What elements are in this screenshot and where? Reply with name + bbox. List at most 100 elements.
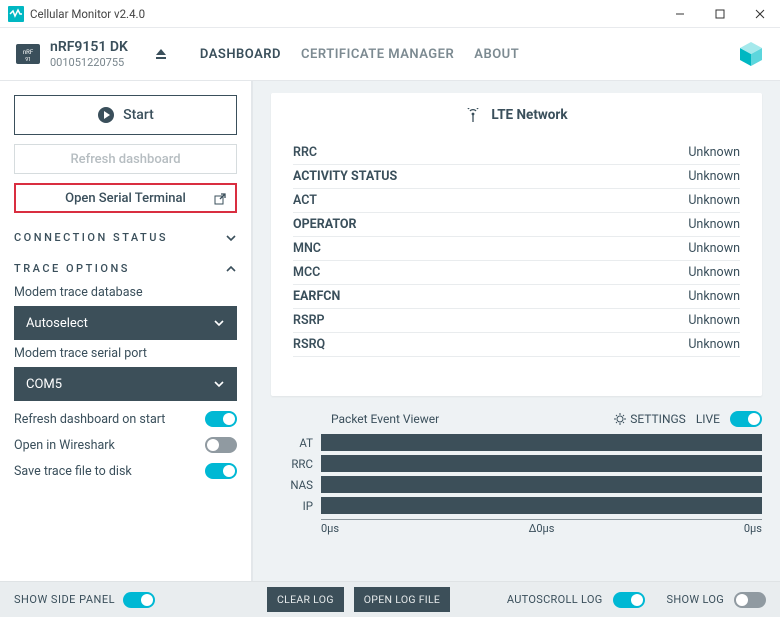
track-bar[interactable] (321, 434, 762, 451)
lte-row: EARFCNUnknown (293, 285, 740, 309)
trace-db-label: Modem trace database (14, 285, 237, 300)
track-label: NAS (271, 478, 313, 492)
trace-port-select[interactable]: COM5 (14, 367, 237, 401)
content: LTE Network RRC Unknown ACTIVITY STATUS Unk… (253, 81, 780, 581)
gear-icon (614, 413, 626, 425)
refresh-dashboard-label: Refresh dashboard (70, 152, 180, 167)
show-side-panel-label: SHOW SIDE PANEL (14, 593, 115, 606)
lte-key: ACTIVITY STATUS (293, 169, 397, 184)
main: Start Refresh dashboard Open Serial Term… (0, 81, 780, 581)
lte-row: RRC Unknown (293, 141, 740, 165)
lte-row: MCCUnknown (293, 261, 740, 285)
trace-options-label: TRACE OPTIONS (14, 262, 130, 275)
viewer-header: Packet Event Viewer SETTINGS LIVE (271, 406, 762, 432)
lte-value: Unknown (688, 337, 740, 352)
nordic-logo-icon (736, 42, 766, 66)
packet-event-viewer: Packet Event Viewer SETTINGS LIVE AT RRC N… (271, 406, 762, 548)
trace-db-value: Autoselect (26, 316, 88, 331)
device-name: nRF9151 DK (50, 39, 128, 56)
device-chip-icon: nRF91 (14, 38, 42, 70)
minimize-button[interactable] (660, 0, 700, 27)
lte-key: RRC (293, 145, 317, 160)
open-log-file-button[interactable]: OPEN LOG FILE (354, 587, 450, 612)
settings-button[interactable]: SETTINGS (614, 412, 686, 426)
device-serial: 001051220755 (50, 56, 128, 69)
open-serial-terminal-button[interactable]: Open Serial Terminal (14, 183, 237, 213)
maximize-button[interactable] (700, 0, 740, 27)
window-title: Cellular Monitor v2.4.0 (30, 7, 660, 21)
eject-button[interactable] (154, 47, 168, 61)
clear-log-button[interactable]: CLEAR LOG (267, 587, 344, 612)
track-label: RRC (271, 457, 313, 471)
lte-key: EARFCN (293, 289, 340, 304)
tab-dashboard[interactable]: DASHBOARD (200, 47, 281, 62)
lte-row: ACTIVITY STATUS Unknown (293, 165, 740, 189)
titlebar: Cellular Monitor v2.4.0 (0, 0, 780, 28)
start-button[interactable]: Start (14, 95, 237, 135)
lte-value: Unknown (688, 241, 740, 256)
viewer-title: Packet Event Viewer (331, 412, 439, 426)
track-bar[interactable] (321, 497, 762, 514)
toggle-refresh-on-start-label: Refresh dashboard on start (14, 412, 165, 427)
trace-db-select[interactable]: Autoselect (14, 306, 237, 340)
trace-port-label: Modem trace serial port (14, 346, 237, 361)
track-row: IP (271, 495, 762, 516)
toggle-save-trace[interactable] (205, 463, 237, 479)
toggle-save-trace-label: Save trace file to disk (14, 464, 132, 479)
track-bar[interactable] (321, 455, 762, 472)
sidebar-bottom: SHOW SIDE PANEL (0, 581, 253, 617)
tab-certificate-manager[interactable]: CERTIFICATE MANAGER (301, 47, 454, 62)
track-bar[interactable] (321, 476, 762, 493)
lte-key: RSRQ (293, 337, 325, 352)
toggle-live[interactable] (730, 411, 762, 427)
close-button[interactable] (740, 0, 780, 27)
lte-value: Unknown (688, 313, 740, 328)
lte-key: OPERATOR (293, 217, 357, 232)
lte-value: Unknown (688, 265, 740, 280)
lte-row: ACTUnknown (293, 189, 740, 213)
section-trace-options[interactable]: TRACE OPTIONS (14, 262, 237, 275)
track-row: RRC (271, 453, 762, 474)
toggle-autoscroll[interactable] (613, 592, 645, 608)
lte-value: Unknown (688, 217, 740, 232)
toggle-save-trace-row: Save trace file to disk (14, 463, 237, 479)
app-icon (8, 6, 24, 22)
lte-value: Unknown (688, 145, 740, 160)
axis-left: 0µs (321, 522, 339, 539)
track-row: AT (271, 432, 762, 453)
lte-title-text: LTE Network (491, 107, 567, 123)
lte-key: ACT (293, 193, 317, 208)
lte-key: RSRP (293, 313, 325, 328)
lte-row: OPERATOR Unknown (293, 213, 740, 237)
lte-row: MNCUnknown (293, 237, 740, 261)
toggle-wireshark-row: Open in Wireshark (14, 437, 237, 453)
toggle-show-side-panel[interactable] (123, 592, 155, 608)
refresh-dashboard-button[interactable]: Refresh dashboard (14, 144, 237, 174)
track-label: AT (271, 436, 313, 450)
connection-status-label: CONNECTION STATUS (14, 231, 168, 244)
lte-rows: RRCUnknownACTIVITY STATUSUnknownACTUnkno… (293, 141, 740, 357)
toggle-refresh-on-start-row: Refresh dashboard on start (14, 411, 237, 427)
trace-port-value: COM5 (26, 377, 62, 392)
live-label: LIVE (696, 412, 720, 426)
start-label: Start (123, 107, 154, 123)
open-serial-terminal-label: Open Serial Terminal (65, 191, 186, 206)
viewer-tracks: AT RRC NAS IP (271, 432, 762, 516)
track-row: NAS (271, 474, 762, 495)
axis-mid: Δ0µs (529, 522, 555, 539)
section-connection-status[interactable]: CONNECTION STATUS (14, 231, 237, 244)
tab-about[interactable]: ABOUT (474, 47, 519, 62)
chevron-up-icon (225, 263, 237, 275)
show-log-label: SHOW LOG (667, 593, 724, 606)
toggle-wireshark[interactable] (205, 437, 237, 453)
toggle-refresh-on-start[interactable] (205, 411, 237, 427)
lte-value: Unknown (688, 169, 740, 184)
play-icon (97, 106, 115, 124)
viewer-axis: 0µs Δ0µs 0µs (321, 519, 762, 539)
toggle-show-log[interactable] (734, 592, 766, 608)
toggle-wireshark-label: Open in Wireshark (14, 438, 115, 453)
external-link-icon (213, 192, 227, 206)
bottom-bar: SHOW SIDE PANEL CLEAR LOG OPEN LOG FILE … (0, 581, 780, 617)
track-label: IP (271, 499, 313, 513)
axis-right: 0µs (744, 522, 762, 539)
